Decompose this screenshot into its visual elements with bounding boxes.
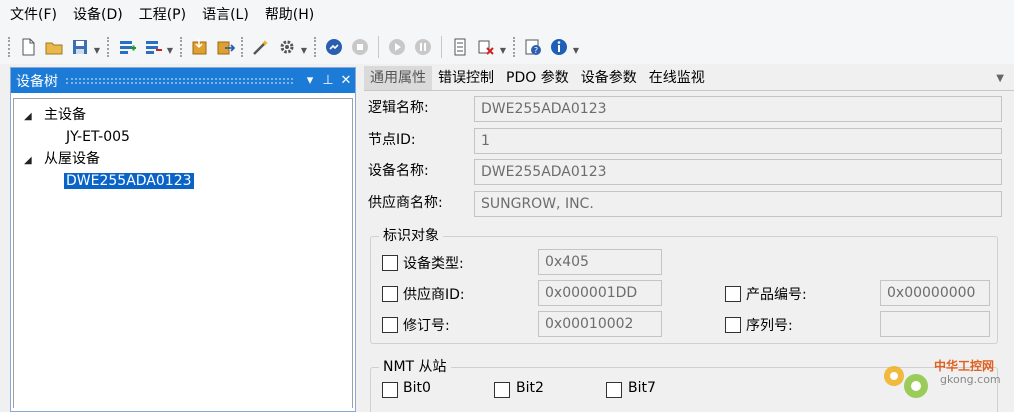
pause-icon[interactable] <box>412 36 434 58</box>
tree-node-master-device[interactable]: JY-ET-005 <box>66 126 130 148</box>
revision-field[interactable]: 0x00010002 <box>538 311 662 337</box>
tab-general[interactable]: 通用属性 <box>364 66 432 90</box>
menu-help[interactable]: 帮助(H) <box>257 0 322 30</box>
delete-item-icon[interactable] <box>475 36 497 58</box>
revision-checkbox[interactable] <box>382 317 398 333</box>
product-code-label: 产品编号: <box>746 287 807 303</box>
vendor-id-field[interactable]: 0x000001DD <box>538 280 662 306</box>
menu-project[interactable]: 工程(P) <box>131 0 194 30</box>
menu-device[interactable]: 设备(D) <box>65 0 131 30</box>
identity-group-title: 标识对象 <box>379 227 443 245</box>
logic-name-label: 逻辑名称: <box>368 100 429 116</box>
device-tree-panel: 设备树 ▾ ⊥ ✕ ◢ 主设备 JY-ET-005 ◢ 从屋设备 DWE255ADA… <box>10 67 356 412</box>
serial-field[interactable] <box>880 311 990 337</box>
menu-language[interactable]: 语言(L) <box>194 0 257 30</box>
product-code-field[interactable]: 0x00000000 <box>880 280 990 306</box>
device-tree-title: 设备树 <box>16 73 58 90</box>
tree-node-master[interactable]: ◢ 主设备 <box>24 104 86 126</box>
toolbar-grip-4[interactable] <box>241 37 244 57</box>
tab-error-control[interactable]: 错误控制 <box>432 66 500 90</box>
tab-pdo[interactable]: PDO 参数 <box>500 66 575 90</box>
tree-label: 主设备 <box>44 107 86 123</box>
info-dropdown-icon[interactable]: ▼ <box>572 36 580 58</box>
expand-arrow-icon[interactable]: ◢ <box>24 150 44 172</box>
tree-label: JY-ET-005 <box>66 129 130 145</box>
bit2-label: Bit2 <box>516 380 544 396</box>
svg-text:?: ? <box>534 46 538 55</box>
serial-label: 序列号: <box>746 318 793 334</box>
play-icon[interactable] <box>386 36 408 58</box>
property-tabs: 通用属性 错误控制 PDO 参数 设备参数 在线监视 ▼ <box>364 66 1014 90</box>
device-name-label: 设备名称: <box>368 163 429 179</box>
connect-icon[interactable] <box>323 36 345 58</box>
identity-group: 标识对象 设备类型: 0x405 供应商ID: 0x000001DD 产品编号:… <box>370 227 998 344</box>
remove-device-icon[interactable] <box>142 36 164 58</box>
stop-icon[interactable] <box>349 36 371 58</box>
tab-overflow-icon[interactable]: ▼ <box>996 73 1004 84</box>
device-list-icon[interactable] <box>449 36 471 58</box>
menu-bar: 文件(F) 设备(D) 工程(P) 语言(L) 帮助(H) <box>0 0 1014 30</box>
device-type-checkbox[interactable] <box>382 255 398 271</box>
revision-label: 修订号: <box>403 318 450 334</box>
save-dropdown-icon[interactable]: ▼ <box>93 36 101 58</box>
bit7-label: Bit7 <box>628 380 656 396</box>
expand-arrow-icon[interactable]: ◢ <box>24 106 44 128</box>
device-type-label: 设备类型: <box>403 256 464 272</box>
export-icon[interactable] <box>215 36 237 58</box>
vendor-id-label: 供应商ID: <box>403 287 465 303</box>
product-code-checkbox[interactable] <box>725 286 741 302</box>
panel-drag-handle[interactable] <box>66 77 293 84</box>
new-file-icon[interactable] <box>17 36 39 58</box>
menu-file[interactable]: 文件(F) <box>2 0 65 30</box>
toolbar-grip[interactable] <box>8 37 11 57</box>
vendor-name-label: 供应商名称: <box>368 195 443 211</box>
open-folder-icon[interactable] <box>43 36 65 58</box>
bit0-label: Bit0 <box>403 380 431 396</box>
tree-node-slave-device[interactable]: DWE255ADA0123 <box>64 170 194 192</box>
pin-icon[interactable]: ⊥ <box>319 73 337 88</box>
watermark-logo: 中华工控网 gkong.com <box>878 356 1008 406</box>
bit7-checkbox[interactable] <box>606 382 622 398</box>
panel-menu-icon[interactable]: ▾ <box>301 73 319 88</box>
device-type-field[interactable]: 0x405 <box>538 249 662 275</box>
logic-name-field[interactable]: DWE255ADA0123 <box>474 96 1002 122</box>
tab-online-monitor[interactable]: 在线监视 <box>643 66 711 90</box>
import-icon[interactable] <box>189 36 211 58</box>
node-id-field[interactable]: 1 <box>474 128 1002 154</box>
tree-label: 从屋设备 <box>44 151 100 167</box>
delete-dropdown-icon[interactable]: ▼ <box>499 36 507 58</box>
toolbar-grip-3[interactable] <box>180 37 183 57</box>
toolbar-separator <box>378 36 379 58</box>
settings-gear-icon[interactable] <box>276 36 298 58</box>
toolbar-separator-2 <box>441 36 442 58</box>
vendor-name-field[interactable]: SUNGROW, INC. <box>474 191 1002 217</box>
tab-device-params[interactable]: 设备参数 <box>575 66 643 90</box>
device-dropdown-icon[interactable]: ▼ <box>166 36 174 58</box>
device-tree: ◢ 主设备 JY-ET-005 ◢ 从屋设备 DWE255ADA0123 <box>13 98 353 408</box>
bit0-checkbox[interactable] <box>382 382 398 398</box>
add-device-icon[interactable] <box>116 36 138 58</box>
node-id-label: 节点ID: <box>368 132 416 148</box>
device-name-field[interactable]: DWE255ADA0123 <box>474 159 1002 185</box>
help-contents-icon[interactable]: ? <box>522 36 544 58</box>
tree-label-selected: DWE255ADA0123 <box>64 173 194 189</box>
save-icon[interactable] <box>69 36 91 58</box>
serial-checkbox[interactable] <box>725 317 741 333</box>
device-tree-header: 设备树 ▾ ⊥ ✕ <box>11 68 355 93</box>
watermark-cn-text: 中华工控网 <box>934 359 995 373</box>
toolbar-grip-5[interactable] <box>314 37 317 57</box>
wizard-wand-icon[interactable] <box>250 36 272 58</box>
toolbar-grip-6[interactable] <box>513 37 516 57</box>
bit2-checkbox[interactable] <box>494 382 510 398</box>
toolbar-grip-2[interactable] <box>107 37 110 57</box>
close-icon[interactable]: ✕ <box>337 73 355 88</box>
settings-dropdown-icon[interactable]: ▼ <box>300 36 308 58</box>
toolbar: ▼ ▼ ▼ ▼ ? ▼ <box>0 30 1014 64</box>
info-icon[interactable] <box>548 36 570 58</box>
nmt-group-title: NMT 从站 <box>379 358 451 376</box>
watermark-url-text: gkong.com <box>940 373 1001 386</box>
tree-node-slaves[interactable]: ◢ 从屋设备 <box>24 148 100 170</box>
vendor-id-checkbox[interactable] <box>382 286 398 302</box>
